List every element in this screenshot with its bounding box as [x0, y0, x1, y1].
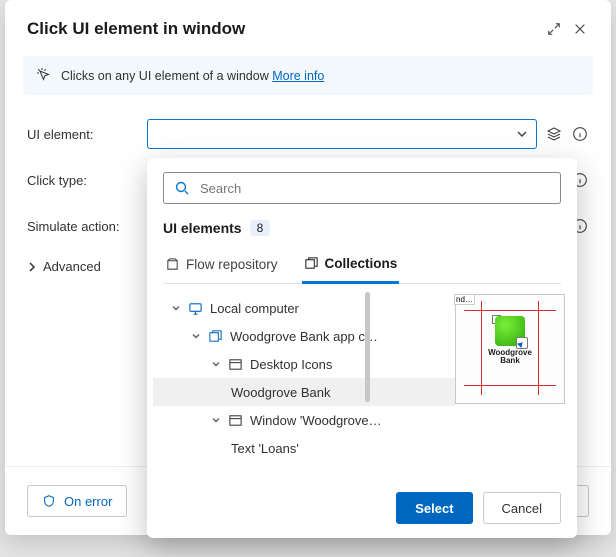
click-type-label: Click type:: [27, 173, 147, 188]
chevron-down-icon: [171, 303, 181, 313]
search-field[interactable]: [163, 172, 561, 204]
search-icon: [174, 180, 190, 196]
banner-text: Clicks on any UI element of a window Mor…: [61, 69, 324, 83]
shield-icon: [42, 494, 56, 508]
chevron-down-icon: [211, 415, 221, 425]
ui-element-label: UI element:: [27, 127, 147, 142]
cursor-click-icon: [35, 66, 51, 85]
element-tree: Local computer Woodgrove Bank app c… Des…: [153, 294, 455, 478]
preview-thumb: WoodgroveBank: [486, 316, 534, 382]
modal-title: Click UI element in window: [27, 19, 541, 39]
advanced-label: Advanced: [43, 259, 101, 274]
element-preview: nd… WoodgroveBank: [455, 294, 565, 404]
info-icon[interactable]: [571, 125, 589, 143]
row-ui-element: UI element:: [27, 111, 589, 157]
tree-node-local[interactable]: Local computer: [153, 294, 455, 322]
more-info-link[interactable]: More info: [272, 69, 324, 83]
layers-icon[interactable]: [545, 125, 563, 143]
repository-icon: [165, 257, 180, 272]
select-button[interactable]: Select: [396, 492, 472, 524]
tree-scrollbar[interactable]: [365, 292, 370, 402]
tree-node-desktop[interactable]: Desktop Icons: [153, 350, 455, 378]
resize-icon[interactable]: [541, 16, 567, 42]
tab-flow-repository[interactable]: Flow repository: [163, 248, 280, 283]
close-icon[interactable]: [567, 16, 593, 42]
ui-element-picker: UI elements 8 Flow repository Collection…: [147, 158, 577, 538]
simulate-label: Simulate action:: [27, 219, 147, 234]
counter-badge: 8: [250, 220, 271, 236]
picker-footer: Select Cancel: [147, 478, 577, 538]
tree-node-window[interactable]: Window 'Woodgrove…: [153, 406, 455, 434]
ui-element-select[interactable]: [147, 119, 537, 149]
chevron-down-icon: [211, 359, 221, 369]
collection-icon: [208, 329, 223, 344]
modal-header: Click UI element in window: [5, 0, 611, 56]
counter-label: UI elements: [163, 220, 242, 236]
collections-icon: [304, 256, 319, 271]
picker-tabs: Flow repository Collections: [163, 248, 561, 284]
shortcut-arrow-icon: [516, 337, 528, 349]
window-icon: [228, 413, 243, 428]
info-banner: Clicks on any UI element of a window Mor…: [23, 56, 593, 95]
picker-cancel-button[interactable]: Cancel: [483, 492, 561, 524]
tree-node-bank[interactable]: Woodgrove Bank: [153, 378, 455, 406]
monitor-icon: [188, 301, 203, 316]
tree-node-loans[interactable]: Text 'Loans': [153, 434, 455, 462]
on-error-button[interactable]: On error: [27, 485, 127, 517]
chevron-down-icon: [191, 331, 201, 341]
tree-area: Local computer Woodgrove Bank app c… Des…: [147, 284, 577, 478]
chevron-down-icon: [516, 128, 528, 140]
tab-collections[interactable]: Collections: [302, 248, 400, 284]
search-input[interactable]: [200, 181, 550, 196]
globe-icon: [495, 316, 525, 346]
chevron-right-icon: [27, 262, 37, 272]
counter-row: UI elements 8: [163, 220, 561, 236]
window-icon: [228, 357, 243, 372]
tree-node-app[interactable]: Woodgrove Bank app c…: [153, 322, 455, 350]
